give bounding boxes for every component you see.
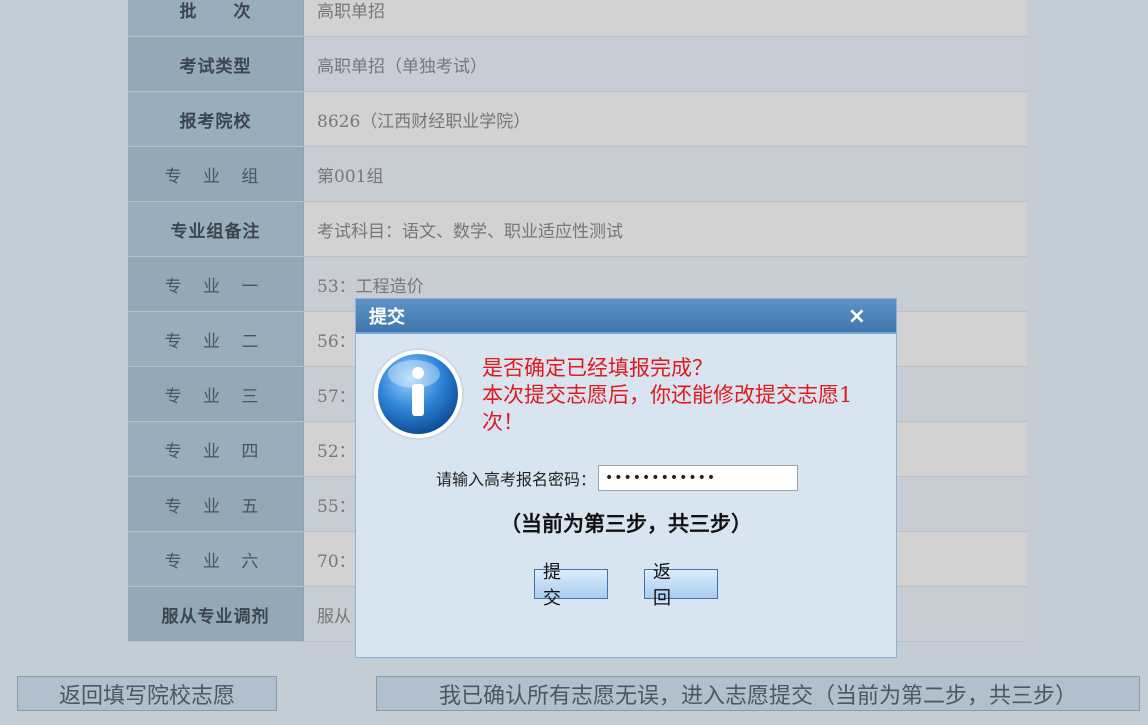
row-label: 考试类型 — [128, 37, 304, 91]
password-row: 请输入高考报名密码： •••••••••••• — [436, 465, 799, 491]
table-row: 批 次 高职单招 — [128, 0, 1027, 37]
row-label: 专业组备注 — [128, 202, 304, 256]
table-row: 专 业 组 第001组 — [128, 147, 1027, 202]
dialog-title-bar: 提交 × — [356, 299, 896, 334]
password-input[interactable]: •••••••••••• — [598, 465, 799, 491]
row-value: 高职单招 — [304, 0, 1027, 36]
row-label: 专 业 六 — [128, 532, 304, 586]
submit-button[interactable]: 提 交 — [534, 562, 608, 609]
table-row: 考试类型 高职单招（单独考试） — [128, 37, 1027, 92]
step-indicator: （当前为第三步，共三步） — [500, 511, 752, 536]
submit-dialog: 提交 × 是否确定已经填报完成？ 本次提交志愿后，你还能修改提交志愿1次！ 请输… — [356, 299, 896, 657]
row-value: 考试科目：语文、数学、职业适应性测试 — [304, 202, 1027, 256]
row-value: 第001组 — [304, 147, 1027, 201]
confirm-and-submit-button[interactable]: 我已确认所有志愿无误，进入志愿提交（当前为第二步，共三步） — [376, 676, 1140, 711]
info-icon — [372, 348, 464, 440]
row-value: 8626（江西财经职业学院） — [304, 92, 1027, 146]
row-label: 批 次 — [128, 0, 304, 36]
password-label: 请输入高考报名密码： — [436, 470, 597, 489]
row-label: 专 业 二 — [128, 312, 304, 366]
message-line: 是否确定已经填报完成？ — [482, 356, 713, 380]
table-row: 报考院校 8626（江西财经职业学院） — [128, 92, 1027, 147]
row-label: 专 业 一 — [128, 257, 304, 311]
table-row: 专业组备注 考试科目：语文、数学、职业适应性测试 — [128, 202, 1027, 257]
row-label: 专 业 五 — [128, 477, 304, 531]
return-button[interactable]: 返 回 — [644, 562, 718, 609]
row-label: 服从专业调剂 — [128, 587, 304, 641]
confirm-message: 是否确定已经填报完成？ 本次提交志愿后，你还能修改提交志愿1次！ — [482, 355, 862, 436]
row-label: 专 业 三 — [128, 367, 304, 421]
dialog-title: 提交 — [369, 306, 405, 328]
message-line: 本次提交志愿后，你还能修改提交志愿1次！ — [482, 383, 853, 434]
row-label: 专 业 组 — [128, 147, 304, 201]
row-value: 高职单招（单独考试） — [304, 37, 1027, 91]
row-label: 专 业 四 — [128, 422, 304, 476]
close-icon[interactable]: × — [848, 306, 866, 328]
back-to-school-choice-button[interactable]: 返回填写院校志愿 — [17, 676, 277, 711]
row-label: 报考院校 — [128, 92, 304, 146]
